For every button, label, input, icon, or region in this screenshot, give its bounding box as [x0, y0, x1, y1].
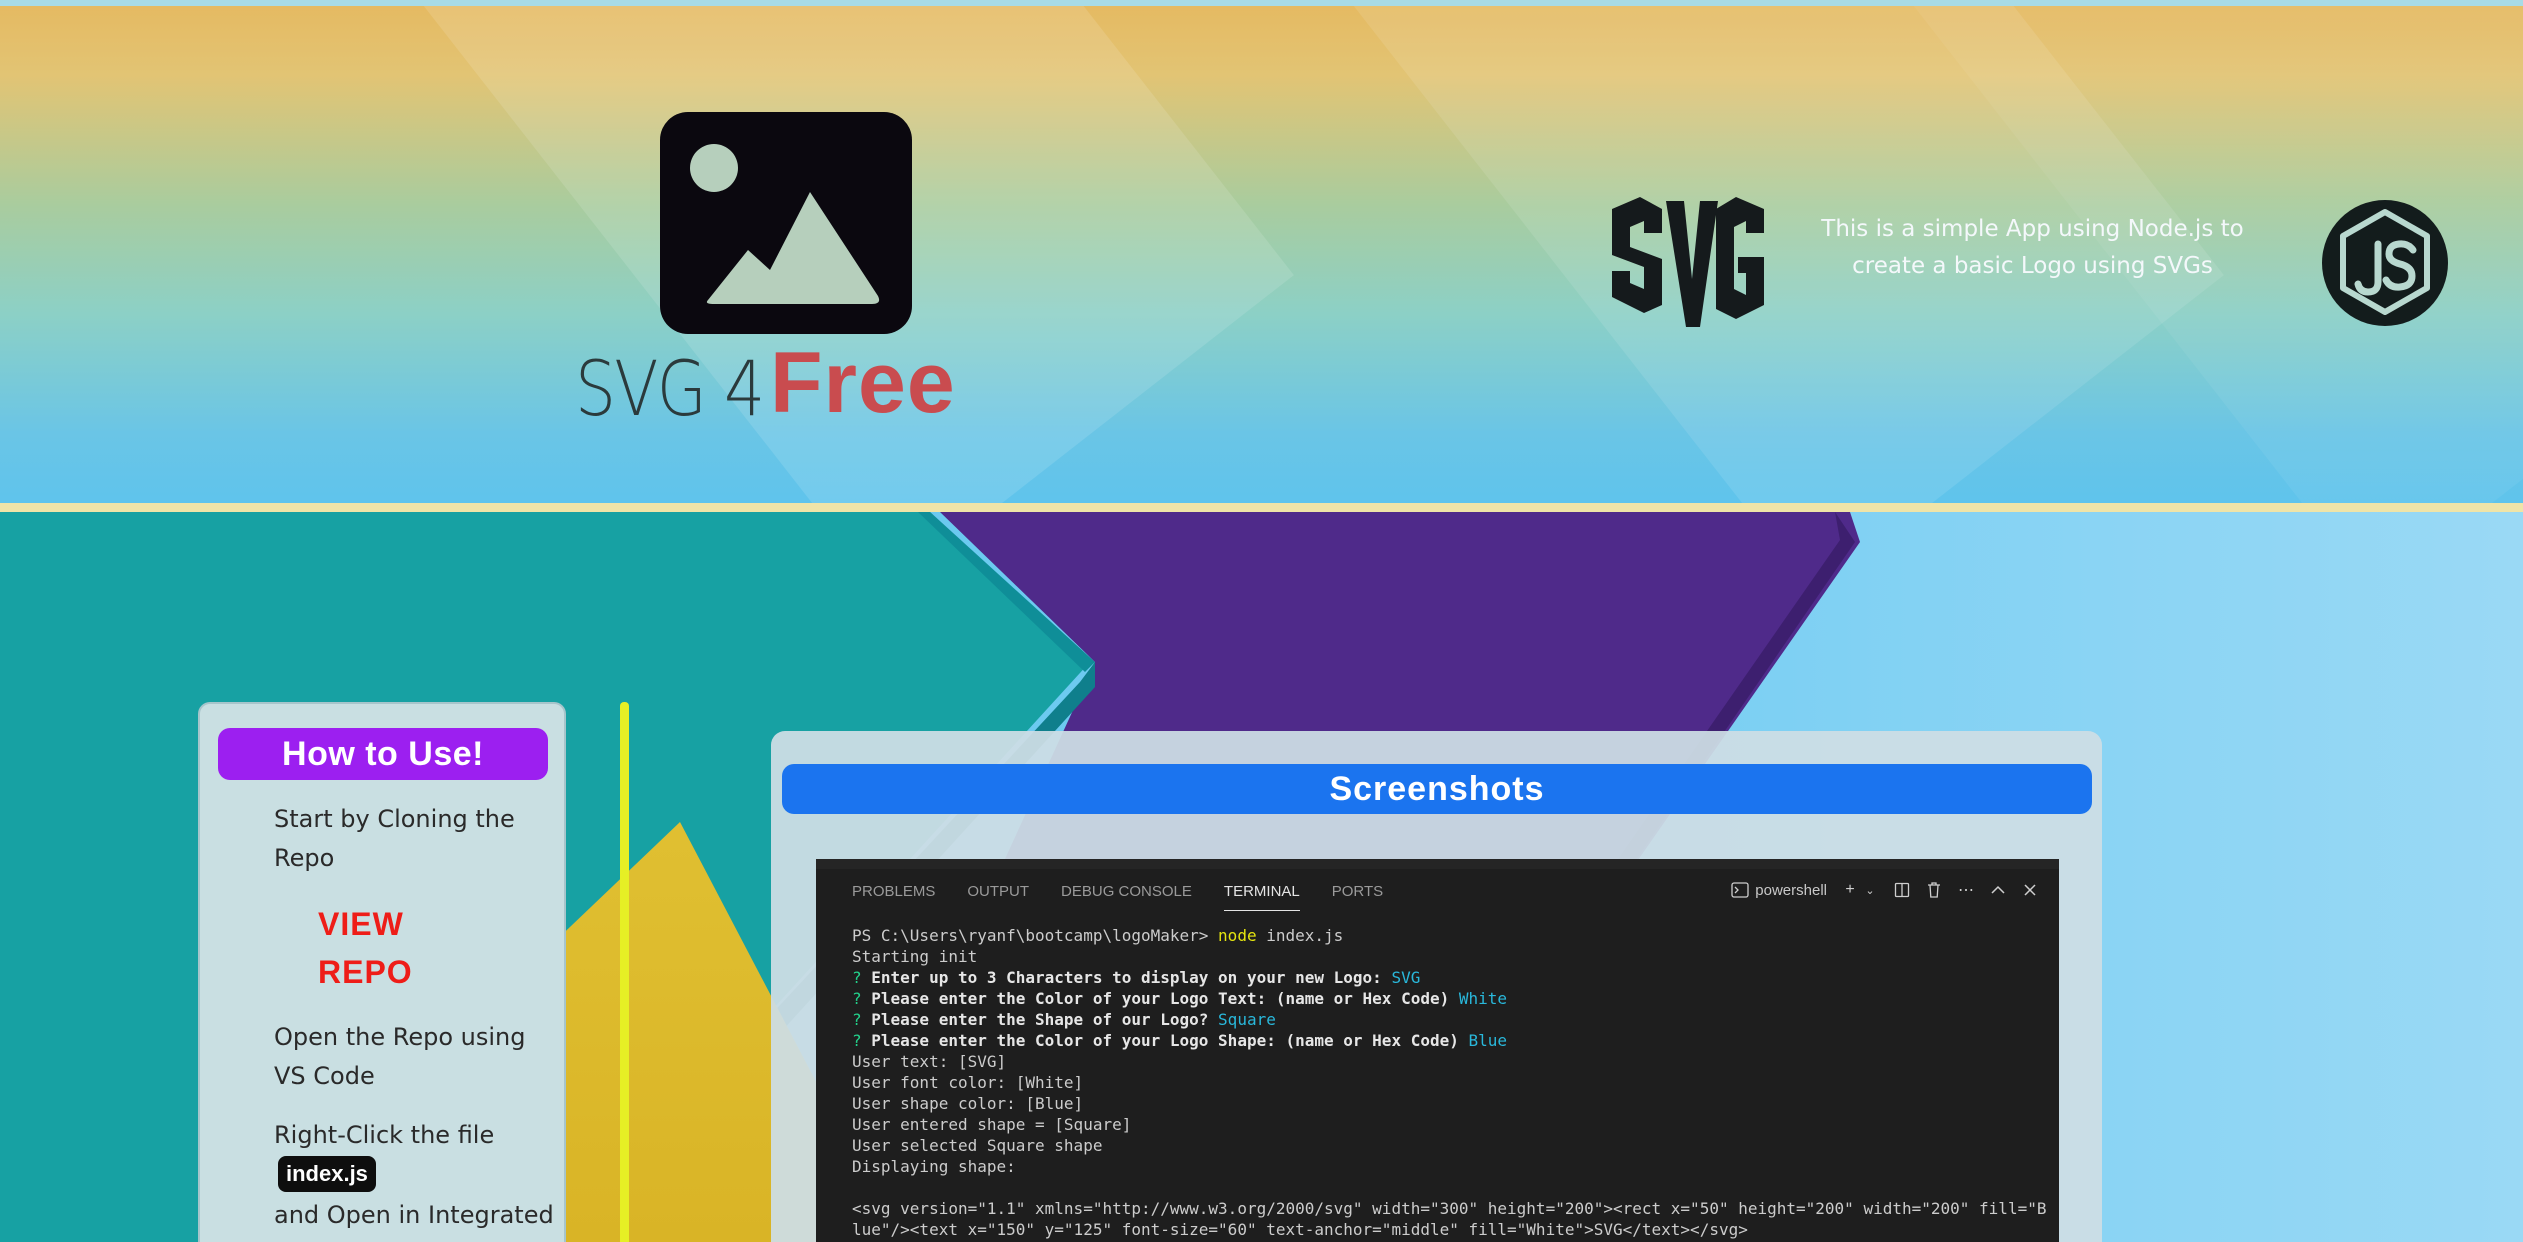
how-to-use-card: How to Use! Start by Cloning the Repo VI… — [198, 702, 566, 1242]
maximize-panel-icon[interactable] — [1989, 881, 2007, 899]
svg-logo-icon — [1612, 197, 1764, 327]
brand-prefix: SVG 4 — [575, 344, 765, 433]
tab-output[interactable]: OUTPUT — [967, 883, 1029, 911]
step-right-click-text: Right-Click the file — [274, 1121, 495, 1149]
tab-terminal[interactable]: TERMINAL — [1223, 883, 1300, 911]
step-clone-text: Start by Cloning the Repo — [274, 805, 515, 872]
tab-debug-console[interactable]: DEBUG CONSOLE — [1061, 883, 1192, 911]
terminal-command-args: index.js — [1256, 926, 1344, 945]
vertical-divider — [620, 702, 629, 1242]
step-open-vscode-text: Open the Repo using VS Code — [274, 1023, 526, 1090]
screenshots-title: Screenshots — [782, 764, 2092, 814]
terminal-line: ? Enter up to 3 Characters to display on… — [852, 968, 1421, 987]
tab-ports[interactable]: PORTS — [1332, 883, 1383, 911]
terminal-line: User shape color: [Blue] — [852, 1094, 1084, 1113]
tab-problems[interactable]: PROBLEMS — [852, 883, 935, 911]
terminal-line: User font color: [White] — [852, 1073, 1084, 1092]
terminal-line: PS C:\Users\ryanf\bootcamp\logoMaker> no… — [852, 925, 2052, 946]
terminal-line: User text: [SVG] — [852, 1052, 1007, 1071]
terminal-line: Starting init — [852, 947, 978, 966]
more-actions-icon[interactable]: ⋯ — [1957, 881, 1975, 899]
nodejs-logo-icon — [2322, 200, 2448, 326]
shell-name: powershell — [1755, 881, 1827, 899]
file-name-badge: index.js — [278, 1156, 376, 1192]
how-to-use-title: How to Use! — [218, 728, 548, 780]
terminal-line: ? Please enter the Color of your Logo Te… — [852, 989, 1508, 1008]
brand-title: SVG 4 Free — [575, 335, 955, 444]
image-placeholder-icon — [660, 112, 912, 334]
trash-icon[interactable] — [1925, 881, 1943, 899]
screenshots-panel: Screenshots PROBLEMS OUTPUT DEBUG CONSOL… — [771, 731, 2102, 1242]
image-mountains-shape — [706, 192, 880, 304]
chevron-down-icon[interactable]: ⌄ — [1861, 881, 1879, 899]
terminal-icon — [1731, 882, 1749, 898]
add-terminal-icon[interactable]: + — [1841, 881, 1859, 899]
terminal-line: <svg version="1.1" xmlns="http://www.w3.… — [852, 1199, 2047, 1218]
terminal-line: User selected Square shape — [852, 1136, 1103, 1155]
terminal-command: node — [1218, 926, 1257, 945]
brand-highlight: Free — [770, 335, 956, 431]
terminal-output: PS C:\Users\ryanf\bootcamp\logoMaker> no… — [852, 925, 2052, 1240]
shell-selector[interactable]: powershell — [1731, 882, 1827, 899]
close-icon[interactable] — [2021, 881, 2039, 899]
view-repo-link[interactable]: VIEW REPO — [318, 900, 498, 996]
terminal-line: lue"/><text x="150" y="125" font-size="6… — [852, 1220, 1748, 1239]
terminal-actions: powershell + ⌄ ⋯ — [1731, 881, 2039, 899]
terminal-line: ? Please enter the Shape of our Logo? Sq… — [852, 1010, 1276, 1029]
terminal-line: Displaying shape: — [852, 1157, 1016, 1176]
terminal-screenshot: PROBLEMS OUTPUT DEBUG CONSOLE TERMINAL P… — [816, 859, 2059, 1242]
header-tagline: This is a simple App using Node.js to cr… — [1821, 216, 2244, 279]
step-open-terminal-text: and Open in Integrated — [274, 1201, 554, 1229]
terminal-line: User entered shape = [Square] — [852, 1115, 1132, 1134]
terminal-line: ? Please enter the Color of your Logo Sh… — [852, 1031, 1508, 1050]
page-header: SVG 4 Free This is a simple App using No… — [0, 0, 2523, 512]
terminal-tab-bar: PROBLEMS OUTPUT DEBUG CONSOLE TERMINAL P… — [852, 883, 1415, 911]
terminal-prompt: PS C:\Users\ryanf\bootcamp\logoMaker> — [852, 926, 1219, 945]
split-terminal-icon[interactable] — [1893, 881, 1911, 899]
